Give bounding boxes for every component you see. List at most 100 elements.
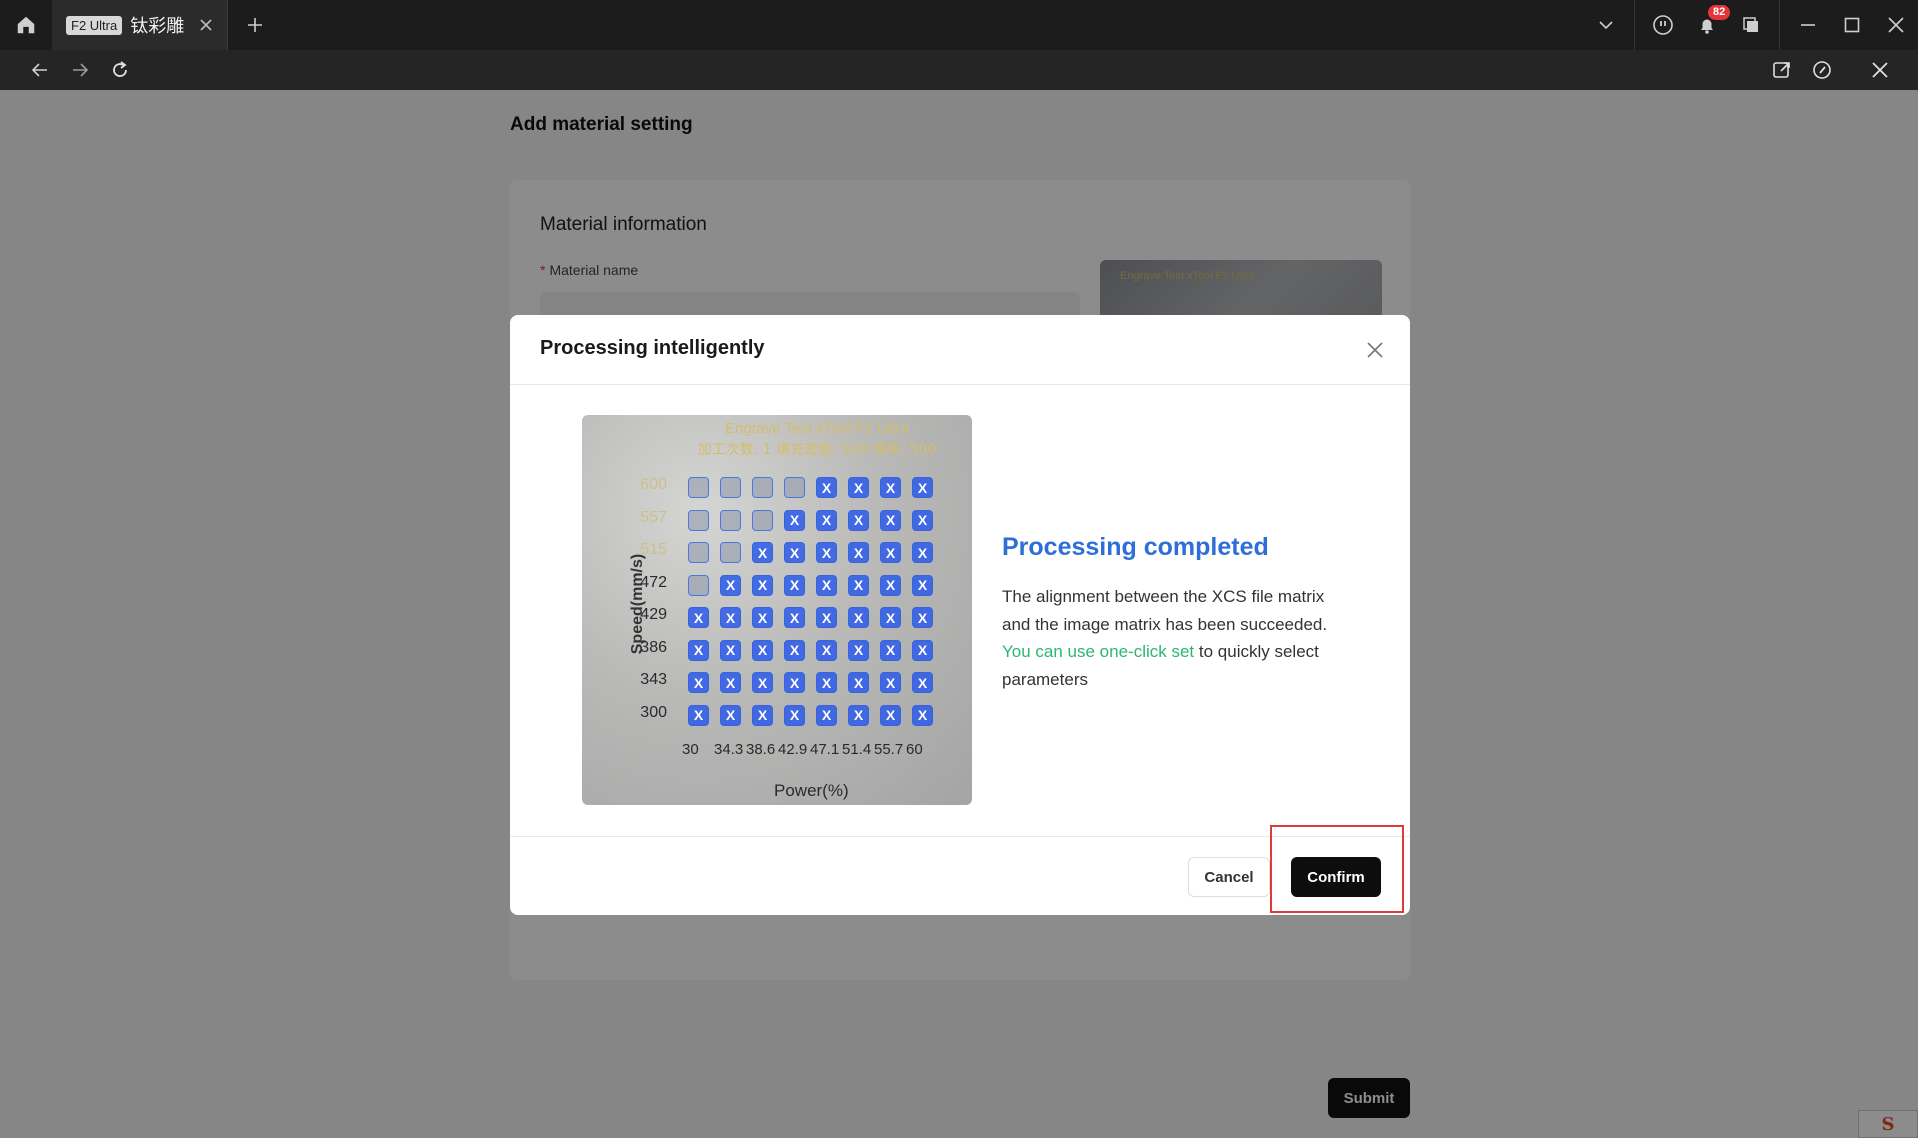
- power-label: 30: [682, 741, 699, 758]
- matrix-cell: X: [880, 672, 901, 693]
- dialog-title: Processing intelligently: [540, 337, 765, 359]
- matrix-cell: X: [880, 477, 901, 498]
- status-message: The alignment between the XCS file matri…: [1002, 583, 1342, 693]
- power-label: 55.7: [874, 741, 904, 758]
- matrix-cell: X: [880, 639, 901, 661]
- plus-icon: [248, 18, 262, 32]
- matrix-cell: X: [912, 477, 933, 498]
- matrix-cell: X: [912, 574, 933, 596]
- status-title: Processing completed: [1002, 533, 1269, 561]
- matrix-cell: X: [912, 509, 933, 531]
- close-icon: [1367, 342, 1383, 358]
- tab-title: 钛彩雕: [130, 16, 185, 37]
- matrix-cell: X: [688, 672, 709, 693]
- matrix-cell: X: [848, 704, 869, 726]
- forward-button[interactable]: [64, 54, 96, 86]
- power-label: 60: [906, 741, 923, 758]
- close-icon: [1888, 17, 1904, 33]
- tab-device-badge: F2 Ultra: [66, 15, 123, 35]
- matrix-cell: X: [752, 639, 773, 661]
- close-icon: [1872, 62, 1888, 78]
- matrix-cell: X: [720, 639, 741, 661]
- back-button[interactable]: [24, 54, 56, 86]
- power-label: 38.6: [746, 741, 776, 758]
- matrix-cell: X: [848, 574, 869, 596]
- minimize-button[interactable]: [1786, 0, 1830, 50]
- matrix-cell: X: [752, 542, 773, 563]
- windows-stack-icon: [1743, 17, 1758, 32]
- confirm-highlight-box: [1270, 825, 1404, 913]
- window-close-button[interactable]: [1874, 0, 1918, 50]
- matrix-cell: X: [752, 672, 773, 693]
- new-tab-button[interactable]: [238, 8, 272, 42]
- power-label: 34.3: [714, 741, 744, 758]
- matrix-cell: X: [848, 607, 869, 628]
- cancel-button[interactable]: Cancel: [1188, 857, 1270, 897]
- power-axis-label: Power(%): [774, 781, 849, 800]
- matrix-cell: X: [784, 672, 805, 693]
- tab-active[interactable]: F2 Ultra 钛彩雕: [52, 0, 228, 50]
- matrix-cell: [688, 477, 709, 498]
- matrix-cell: [688, 542, 709, 563]
- arrow-left-icon: [31, 63, 47, 77]
- notification-count-badge: 82: [1708, 5, 1731, 20]
- matrix-cell: X: [848, 509, 869, 531]
- engrave-test-image: Engrave Test xTool F2 Ultra 加工次数: 1 填充密度…: [582, 415, 972, 805]
- matrix-cell: X: [816, 704, 837, 726]
- tab-list-dropdown[interactable]: [1584, 0, 1628, 50]
- matrix-cell: [752, 509, 773, 531]
- window-titlebar: F2 Ultra 钛彩雕 82: [0, 0, 1918, 50]
- matrix-cell: X: [784, 704, 805, 726]
- notifications-button[interactable]: 82: [1685, 0, 1731, 50]
- maximize-button[interactable]: [1830, 0, 1874, 50]
- status-text-part1: The alignment between the XCS file matri…: [1002, 587, 1328, 634]
- compass-icon: [1813, 61, 1831, 79]
- matrix-cell: [720, 477, 741, 498]
- open-external-button[interactable]: [1766, 54, 1798, 86]
- alert-circle-icon: [1653, 15, 1673, 35]
- matrix-cell: [720, 542, 741, 563]
- matrix-cell: X: [720, 704, 741, 726]
- matrix-cell: X: [816, 509, 837, 531]
- matrix-cell: X: [688, 704, 709, 726]
- matrix-cell: X: [688, 639, 709, 661]
- navigation-bar: [0, 50, 1918, 90]
- matrix-cell: X: [880, 509, 901, 531]
- matrix-cell: X: [784, 542, 805, 563]
- matrix-cell: X: [784, 639, 805, 661]
- matrix-cell: X: [720, 607, 741, 628]
- engrave-header-line2: 加工次数: 1 填充密度: 500 频率: 500: [697, 442, 937, 458]
- speed-label: 300: [640, 703, 667, 721]
- home-button[interactable]: [6, 5, 46, 45]
- matrix-cell: [688, 509, 709, 531]
- tab-close-button[interactable]: [197, 16, 215, 34]
- dialog-close-button[interactable]: [1360, 335, 1390, 365]
- one-click-set-hint: You can use one-click set: [1002, 642, 1195, 661]
- speed-label: 386: [640, 638, 667, 656]
- windows-switch-button[interactable]: [1729, 0, 1773, 50]
- matrix-cell: X: [880, 607, 901, 628]
- matrix-cell: X: [816, 574, 837, 596]
- home-icon: [17, 16, 35, 34]
- status-button[interactable]: [1641, 0, 1685, 50]
- reload-button[interactable]: [104, 54, 136, 86]
- matrix-cell: X: [848, 639, 869, 661]
- matrix-cell: X: [880, 542, 901, 563]
- speed-label: 515: [640, 541, 667, 558]
- matrix-cell: X: [912, 607, 933, 628]
- matrix-cell: X: [912, 542, 933, 563]
- titlebar-divider: [1634, 0, 1635, 50]
- chevron-down-icon: [1599, 21, 1613, 30]
- matrix-cell: X: [816, 477, 837, 498]
- power-label: 51.4: [842, 741, 872, 758]
- matrix-cell: X: [688, 607, 709, 628]
- matrix-cell: [784, 477, 805, 498]
- matrix-cell: X: [880, 574, 901, 596]
- matrix-cell: X: [848, 477, 869, 498]
- compass-button[interactable]: [1806, 54, 1838, 86]
- maximize-icon: [1844, 17, 1860, 33]
- arrow-right-icon: [73, 63, 89, 77]
- engrave-header-line1: Engrave Test xTool F2 Ultra: [725, 420, 909, 437]
- matrix-cell: X: [848, 542, 869, 563]
- close-page-button[interactable]: [1864, 54, 1896, 86]
